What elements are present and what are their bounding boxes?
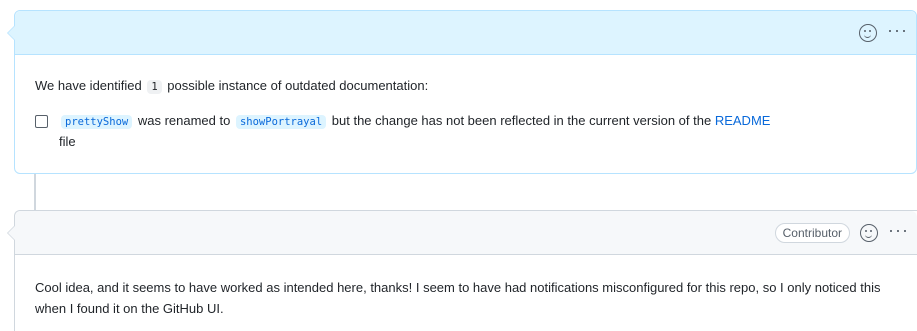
more-options-icon[interactable]: ··· <box>888 221 909 245</box>
timeline-line <box>34 173 36 211</box>
comment-text: Cool idea, and it seems to have worked a… <box>35 280 881 316</box>
comment-intro: We have identified 1 possible instance o… <box>35 76 916 97</box>
more-options-icon[interactable]: ··· <box>887 21 908 45</box>
add-reaction-icon[interactable] <box>860 224 879 242</box>
intro-text: We have identified <box>35 78 142 93</box>
contributor-badge: Contributor <box>774 223 851 243</box>
add-reaction-icon[interactable] <box>859 24 878 42</box>
comment-caret <box>7 25 15 41</box>
task-checkbox[interactable] <box>35 115 48 128</box>
contributor-comment: Contributor ··· Cool idea, and it seems … <box>7 210 917 331</box>
intro-text-end: possible instance of outdated documentat… <box>167 78 429 93</box>
readme-link[interactable]: README <box>715 113 771 128</box>
comment-header: Contributor ··· <box>7 211 917 255</box>
comment-body: We have identified 1 possible instance o… <box>15 76 916 152</box>
comment-header: ··· <box>7 11 916 55</box>
task-list-item: prettyShow was renamed to showPortrayal … <box>35 111 916 152</box>
comment-caret <box>7 225 15 241</box>
new-name-code: showPortrayal <box>235 115 327 129</box>
end-text: file <box>59 134 76 149</box>
old-name-code: prettyShow <box>61 115 133 129</box>
comment-body: Cool idea, and it seems to have worked a… <box>15 277 917 319</box>
rest-text: but the change has not been reflected in… <box>331 113 712 128</box>
comment-actions: ··· <box>859 11 908 55</box>
task-text: prettyShow was renamed to showPortrayal … <box>59 111 879 152</box>
comment-actions: Contributor ··· <box>774 211 909 255</box>
count-code: 1 <box>147 80 162 94</box>
renamed-text: was renamed to <box>137 113 231 128</box>
bot-comment: ··· We have identified 1 possible instan… <box>7 10 917 174</box>
